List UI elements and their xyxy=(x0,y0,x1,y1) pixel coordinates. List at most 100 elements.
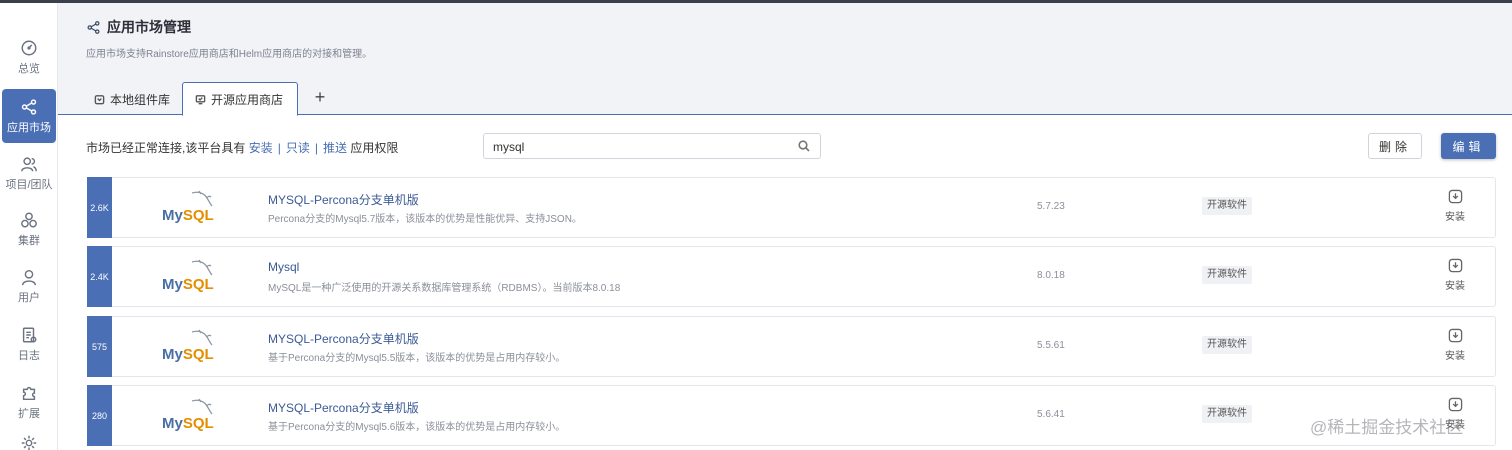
logo-text-my: My xyxy=(162,415,183,432)
puzzle-icon xyxy=(22,386,36,400)
app-list-item[interactable]: 280 MySQL MYSQL-Percona分支单机版 基于Percona分支… xyxy=(87,385,1496,446)
app-list-item[interactable]: 2.6K MySQL MYSQL-Percona分支单机版 Percona分支的… xyxy=(87,177,1496,238)
install-label: 安装 xyxy=(1445,351,1465,362)
app-list-item[interactable]: 2.4K MySQL Mysql MySQL是一种广泛使用的开源关系数据库管理系… xyxy=(87,246,1496,307)
dolphin-icon xyxy=(191,259,213,276)
page-title: 应用市场管理 xyxy=(86,17,191,37)
install-button[interactable]: 安装 xyxy=(1443,328,1467,362)
search-box xyxy=(483,133,821,159)
search-icon[interactable] xyxy=(798,140,810,152)
cluster-icon xyxy=(21,212,37,227)
app-version: 5.5.61 xyxy=(1037,340,1065,351)
install-button[interactable]: 安装 xyxy=(1443,258,1467,292)
mysql-logo: MySQL xyxy=(162,329,220,365)
install-count-badge: 2.4K xyxy=(87,246,112,307)
gear-icon xyxy=(21,435,37,450)
download-icon xyxy=(1448,189,1462,204)
user-icon xyxy=(21,269,37,285)
tab-label: 本地组件库 xyxy=(110,92,171,107)
app-tag: 开源软件 xyxy=(1202,405,1252,423)
app-version: 5.6.41 xyxy=(1037,409,1065,420)
permission-readonly-link[interactable]: 只读 xyxy=(286,141,310,155)
permission-push-link[interactable]: 推送 xyxy=(323,141,347,155)
app-description: 基于Percona分支的Mysql5.5版本，该版本的优势是占用内存较小。 xyxy=(268,353,566,364)
sidebar-item-label: 扩展 xyxy=(18,407,40,420)
sidebar: 总览 应用市场 项目/团队 集群 用户 日志 扩展 xyxy=(0,3,58,450)
sidebar-item-settings[interactable] xyxy=(0,433,58,450)
mysql-logo: MySQL xyxy=(162,398,220,434)
logo-text-sql: SQL xyxy=(182,346,214,363)
box-icon xyxy=(94,94,105,104)
dolphin-icon xyxy=(191,190,213,207)
app-name-link[interactable]: MYSQL-Percona分支单机版 xyxy=(268,191,419,208)
app-list-item[interactable]: 575 MySQL MYSQL-Percona分支单机版 基于Percona分支… xyxy=(87,316,1496,377)
sidebar-item-label: 日志 xyxy=(18,349,40,362)
app-description: 基于Percona分支的Mysql5.6版本，该版本的优势是占用内存较小。 xyxy=(268,422,566,433)
download-icon xyxy=(1448,328,1462,343)
permission-separator: | xyxy=(277,141,281,155)
app-name-link[interactable]: Mysql xyxy=(268,260,299,274)
dolphin-icon xyxy=(191,398,213,415)
sidebar-item-label: 总览 xyxy=(18,62,40,75)
tab-label: 开源应用商店 xyxy=(211,92,284,107)
edit-button[interactable]: 编辑 xyxy=(1441,133,1496,159)
app-name-link[interactable]: MYSQL-Percona分支单机版 xyxy=(268,330,419,347)
delete-button[interactable]: 删除 xyxy=(1368,133,1422,159)
download-icon xyxy=(1448,258,1462,273)
install-label: 安装 xyxy=(1445,281,1465,292)
install-count-badge: 575 xyxy=(87,316,112,377)
sidebar-item-label: 集群 xyxy=(18,234,40,247)
team-icon xyxy=(21,156,37,171)
sidebar-item-label: 项目/团队 xyxy=(5,178,53,191)
logo-text-my: My xyxy=(162,276,183,293)
page-title-text: 应用市场管理 xyxy=(107,19,191,35)
logo-text-sql: SQL xyxy=(182,415,214,432)
search-input[interactable] xyxy=(493,138,783,156)
dolphin-icon xyxy=(191,329,213,346)
app-name-link[interactable]: MYSQL-Percona分支单机版 xyxy=(268,399,419,416)
permission-suffix: 应用权限 xyxy=(350,141,399,155)
page-header: 应用市场管理 应用市场支持Rainstore应用商店和Helm应用商店的对接和管… xyxy=(58,3,1512,116)
install-count-badge: 280 xyxy=(87,385,112,446)
sidebar-item-label: 应用市场 xyxy=(7,121,51,134)
permission-separator: | xyxy=(314,141,318,155)
app-version: 8.0.18 xyxy=(1037,270,1065,281)
app-tag: 开源软件 xyxy=(1202,336,1252,354)
log-icon xyxy=(22,327,37,342)
watermark: @稀土掘金技术社区 xyxy=(1310,418,1464,437)
permission-info: 市场已经正常连接,该平台具有 安装 | 只读 | 推送 应用权限 xyxy=(86,139,398,156)
share-icon xyxy=(87,20,100,34)
download-icon xyxy=(1448,397,1462,412)
tab-local-components[interactable]: 本地组件库 xyxy=(82,82,182,116)
sidebar-item-overview[interactable]: 总览 xyxy=(0,30,58,84)
sidebar-item-log[interactable]: 日志 xyxy=(0,317,58,371)
logo-text-my: My xyxy=(162,207,183,224)
logo-text-sql: SQL xyxy=(182,207,214,224)
install-button[interactable]: 安装 xyxy=(1443,189,1467,223)
dashboard-icon xyxy=(21,40,37,55)
mysql-logo: MySQL xyxy=(162,259,220,295)
app-description: MySQL是一种广泛使用的开源关系数据库管理系统（RDBMS）。当前版本8.0.… xyxy=(268,283,621,294)
logo-text-sql: SQL xyxy=(182,276,214,293)
app-description: Percona分支的Mysql5.7版本，该版本的优势是性能优异、支持JSON。 xyxy=(268,214,582,225)
permission-install-link[interactable]: 安装 xyxy=(249,141,273,155)
app-version: 5.7.23 xyxy=(1037,201,1065,212)
tab-open-source-store[interactable]: 开源应用商店 xyxy=(182,82,298,116)
sidebar-item-extension[interactable]: 扩展 xyxy=(0,375,58,429)
install-label: 安装 xyxy=(1445,212,1465,223)
store-icon xyxy=(195,94,206,104)
sidebar-item-user[interactable]: 用户 xyxy=(0,259,58,313)
sidebar-item-cluster[interactable]: 集群 xyxy=(0,202,58,256)
logo-text-my: My xyxy=(162,346,183,363)
page-description: 应用市场支持Rainstore应用商店和Helm应用商店的对接和管理。 xyxy=(86,49,373,60)
permission-prefix: 市场已经正常连接,该平台具有 xyxy=(86,141,246,155)
install-count-badge: 2.6K xyxy=(87,177,112,238)
mysql-logo: MySQL xyxy=(162,190,220,226)
app-tag: 开源软件 xyxy=(1202,197,1252,215)
share-icon xyxy=(21,98,37,115)
add-tab-button[interactable]: + xyxy=(310,87,330,108)
sidebar-item-app-market[interactable]: 应用市场 xyxy=(2,89,56,143)
sidebar-item-label: 用户 xyxy=(18,291,40,304)
app-tag: 开源软件 xyxy=(1202,266,1252,284)
sidebar-item-team[interactable]: 项目/团队 xyxy=(0,146,58,200)
